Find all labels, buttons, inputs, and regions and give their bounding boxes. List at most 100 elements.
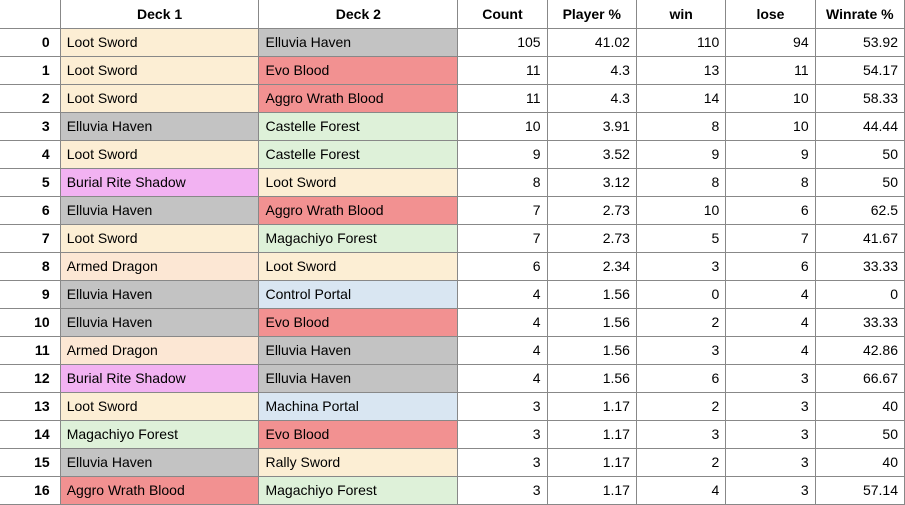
cell-count: 7: [458, 224, 547, 252]
cell-winratepct: 42.86: [815, 336, 904, 364]
cell-count: 4: [458, 308, 547, 336]
col-winratepct: Winrate %: [815, 0, 904, 28]
cell-win: 3: [636, 420, 725, 448]
cell-rowindex: 9: [0, 280, 60, 308]
cell-win: 2: [636, 392, 725, 420]
cell-deck1: Loot Sword: [60, 140, 259, 168]
table-row: 7Loot SwordMagachiyo Forest72.735741.67: [0, 224, 905, 252]
cell-playerpct: 3.12: [547, 168, 636, 196]
cell-deck2: Loot Sword: [259, 168, 458, 196]
cell-deck1: Burial Rite Shadow: [60, 168, 259, 196]
cell-deck2: Evo Blood: [259, 308, 458, 336]
table-row: 2Loot SwordAggro Wrath Blood114.3141058.…: [0, 84, 905, 112]
cell-win: 8: [636, 112, 725, 140]
table-row: 11Armed DragonElluvia Haven41.563442.86: [0, 336, 905, 364]
cell-lose: 10: [726, 112, 815, 140]
cell-count: 8: [458, 168, 547, 196]
cell-playerpct: 1.17: [547, 392, 636, 420]
deck-stats-table: Deck 1 Deck 2 Count Player % win lose Wi…: [0, 0, 905, 505]
cell-deck1: Elluvia Haven: [60, 112, 259, 140]
cell-lose: 4: [726, 308, 815, 336]
cell-winratepct: 41.67: [815, 224, 904, 252]
cell-win: 13: [636, 56, 725, 84]
cell-count: 7: [458, 196, 547, 224]
cell-deck1: Elluvia Haven: [60, 448, 259, 476]
cell-deck2: Aggro Wrath Blood: [259, 196, 458, 224]
cell-lose: 94: [726, 28, 815, 56]
table-row: 13Loot SwordMachina Portal31.172340: [0, 392, 905, 420]
cell-deck2: Aggro Wrath Blood: [259, 84, 458, 112]
table-row: 6Elluvia HavenAggro Wrath Blood72.731066…: [0, 196, 905, 224]
cell-playerpct: 2.73: [547, 196, 636, 224]
cell-playerpct: 1.17: [547, 420, 636, 448]
col-count: Count: [458, 0, 547, 28]
cell-win: 9: [636, 140, 725, 168]
table-body: 0Loot SwordElluvia Haven10541.021109453.…: [0, 28, 905, 504]
cell-deck2: Elluvia Haven: [259, 364, 458, 392]
cell-deck1: Loot Sword: [60, 28, 259, 56]
cell-deck1: Elluvia Haven: [60, 308, 259, 336]
cell-playerpct: 1.56: [547, 364, 636, 392]
cell-playerpct: 3.52: [547, 140, 636, 168]
cell-winratepct: 53.92: [815, 28, 904, 56]
cell-playerpct: 4.3: [547, 84, 636, 112]
cell-playerpct: 2.73: [547, 224, 636, 252]
table-row: 14Magachiyo ForestEvo Blood31.173350: [0, 420, 905, 448]
table-row: 15Elluvia HavenRally Sword31.172340: [0, 448, 905, 476]
cell-count: 11: [458, 56, 547, 84]
col-deck2: Deck 2: [259, 0, 458, 28]
table-row: 9Elluvia HavenControl Portal41.56040: [0, 280, 905, 308]
cell-lose: 6: [726, 252, 815, 280]
cell-rowindex: 5: [0, 168, 60, 196]
cell-count: 3: [458, 448, 547, 476]
cell-count: 105: [458, 28, 547, 56]
cell-lose: 3: [726, 364, 815, 392]
cell-win: 5: [636, 224, 725, 252]
cell-count: 9: [458, 140, 547, 168]
cell-deck2: Magachiyo Forest: [259, 224, 458, 252]
cell-count: 4: [458, 364, 547, 392]
cell-deck1: Elluvia Haven: [60, 196, 259, 224]
cell-count: 11: [458, 84, 547, 112]
cell-lose: 10: [726, 84, 815, 112]
cell-deck1: Aggro Wrath Blood: [60, 476, 259, 504]
cell-deck2: Castelle Forest: [259, 140, 458, 168]
cell-playerpct: 1.17: [547, 448, 636, 476]
cell-rowindex: 15: [0, 448, 60, 476]
cell-lose: 11: [726, 56, 815, 84]
cell-rowindex: 12: [0, 364, 60, 392]
table-row: 5Burial Rite ShadowLoot Sword83.128850: [0, 168, 905, 196]
cell-rowindex: 1: [0, 56, 60, 84]
cell-deck2: Magachiyo Forest: [259, 476, 458, 504]
cell-lose: 9: [726, 140, 815, 168]
cell-winratepct: 40: [815, 392, 904, 420]
cell-win: 3: [636, 252, 725, 280]
cell-win: 6: [636, 364, 725, 392]
cell-playerpct: 4.3: [547, 56, 636, 84]
cell-playerpct: 2.34: [547, 252, 636, 280]
cell-rowindex: 7: [0, 224, 60, 252]
cell-winratepct: 58.33: [815, 84, 904, 112]
cell-count: 10: [458, 112, 547, 140]
cell-deck2: Control Portal: [259, 280, 458, 308]
table-row: 8Armed DragonLoot Sword62.343633.33: [0, 252, 905, 280]
cell-playerpct: 1.56: [547, 280, 636, 308]
cell-deck2: Elluvia Haven: [259, 28, 458, 56]
cell-lose: 3: [726, 420, 815, 448]
cell-rowindex: 3: [0, 112, 60, 140]
cell-rowindex: 13: [0, 392, 60, 420]
cell-deck2: Loot Sword: [259, 252, 458, 280]
cell-count: 6: [458, 252, 547, 280]
table-row: 10Elluvia HavenEvo Blood41.562433.33: [0, 308, 905, 336]
cell-winratepct: 33.33: [815, 308, 904, 336]
cell-winratepct: 50: [815, 420, 904, 448]
col-deck1: Deck 1: [60, 0, 259, 28]
cell-deck2: Machina Portal: [259, 392, 458, 420]
cell-rowindex: 6: [0, 196, 60, 224]
col-lose: lose: [726, 0, 815, 28]
cell-win: 3: [636, 336, 725, 364]
cell-winratepct: 57.14: [815, 476, 904, 504]
table-row: 1Loot SwordEvo Blood114.3131154.17: [0, 56, 905, 84]
cell-rowindex: 0: [0, 28, 60, 56]
cell-deck1: Armed Dragon: [60, 252, 259, 280]
